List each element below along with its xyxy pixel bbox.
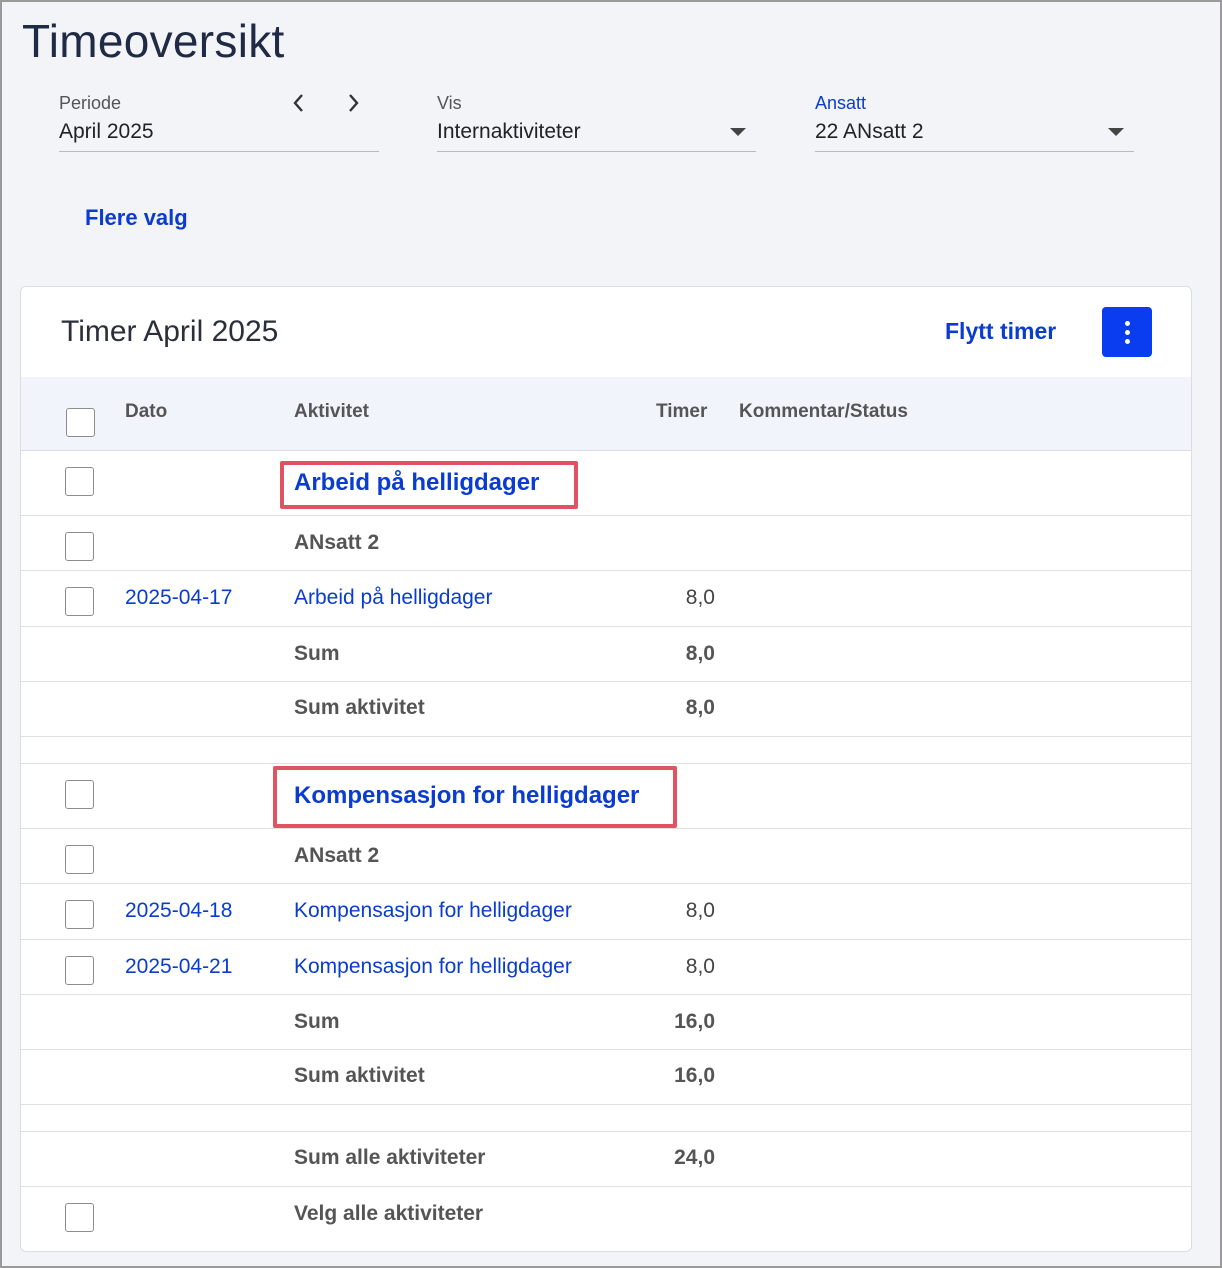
sum-value: 16,0 bbox=[674, 1010, 715, 1033]
table-row: 2025-04-17 Arbeid på helligdager 8,0 bbox=[21, 571, 1191, 627]
spacer-row bbox=[21, 1105, 1191, 1132]
group-row: Arbeid på helligdager bbox=[21, 451, 1191, 516]
chevron-right-icon bbox=[349, 94, 359, 112]
sum-row: Sum 16,0 bbox=[21, 995, 1191, 1050]
sum-value: 8,0 bbox=[685, 642, 715, 665]
entry-date[interactable]: 2025-04-17 bbox=[125, 586, 232, 610]
entry-hours: 8,0 bbox=[685, 899, 715, 922]
employee-row: ANsatt 2 bbox=[21, 829, 1191, 884]
column-comment: Kommentar/Status bbox=[739, 401, 908, 422]
entry-date[interactable]: 2025-04-21 bbox=[125, 955, 232, 979]
group-title[interactable]: Arbeid på helligdager bbox=[294, 469, 539, 497]
sum-activity-label: Sum aktivitet bbox=[294, 696, 425, 719]
employee-checkbox[interactable] bbox=[65, 532, 94, 561]
more-options-link[interactable]: Flere valg bbox=[85, 205, 188, 231]
table-header: Dato Aktivitet Timer Kommentar/Status bbox=[21, 377, 1191, 451]
group-title[interactable]: Kompensasjon for helligdager bbox=[294, 782, 639, 810]
period-value: April 2025 bbox=[59, 120, 154, 143]
move-hours-button[interactable]: Flytt timer bbox=[945, 318, 1056, 345]
view-label: Vis bbox=[437, 93, 462, 113]
select-all-checkbox[interactable] bbox=[65, 1203, 94, 1232]
employee-value: 22 ANsatt 2 bbox=[815, 120, 924, 143]
hours-card: Timer April 2025 Flytt timer Dato Aktivi… bbox=[20, 286, 1192, 1252]
card-title: Timer April 2025 bbox=[61, 315, 279, 348]
sum-activity-label: Sum aktivitet bbox=[294, 1064, 425, 1087]
sum-activity-value: 8,0 bbox=[685, 696, 715, 719]
sum-all-label: Sum alle aktiviteter bbox=[294, 1146, 486, 1169]
sum-all-value: 24,0 bbox=[674, 1146, 715, 1169]
employee-name: ANsatt 2 bbox=[294, 844, 380, 867]
row-checkbox[interactable] bbox=[65, 956, 94, 985]
kebab-dot bbox=[1124, 338, 1130, 344]
page-title: Timeoversikt bbox=[22, 15, 285, 67]
view-select[interactable]: Vis Internaktiviteter bbox=[437, 90, 756, 152]
group-row: Kompensasjon for helligdager bbox=[21, 764, 1191, 829]
chevron-left-icon bbox=[293, 94, 303, 112]
period-field: Periode April 2025 bbox=[59, 90, 379, 152]
sum-activity-value: 16,0 bbox=[674, 1064, 715, 1087]
employee-checkbox[interactable] bbox=[65, 845, 94, 874]
entry-hours: 8,0 bbox=[685, 955, 715, 978]
sum-activity-row: Sum aktivitet 16,0 bbox=[21, 1050, 1191, 1105]
sum-all-row: Sum alle aktiviteter 24,0 bbox=[21, 1132, 1191, 1187]
entry-hours: 8,0 bbox=[685, 586, 715, 609]
employee-row: ANsatt 2 bbox=[21, 516, 1191, 571]
table-row: 2025-04-18 Kompensasjon for helligdager … bbox=[21, 884, 1191, 940]
entry-date[interactable]: 2025-04-18 bbox=[125, 899, 232, 923]
view-value: Internaktiviteter bbox=[437, 120, 581, 143]
dropdown-caret-icon bbox=[730, 128, 746, 136]
select-all-row: Velg alle aktiviteter bbox=[21, 1187, 1191, 1251]
period-label: Periode bbox=[59, 93, 122, 113]
sum-activity-row: Sum aktivitet 8,0 bbox=[21, 682, 1191, 737]
entry-activity[interactable]: Kompensasjon for helligdager bbox=[294, 955, 572, 979]
previous-period-button[interactable] bbox=[286, 90, 312, 116]
employee-name: ANsatt 2 bbox=[294, 531, 380, 554]
sum-label: Sum bbox=[294, 642, 340, 665]
entry-activity[interactable]: Kompensasjon for helligdager bbox=[294, 899, 572, 923]
column-date: Dato bbox=[125, 401, 168, 422]
dropdown-caret-icon bbox=[1108, 128, 1124, 136]
next-period-button[interactable] bbox=[340, 90, 366, 116]
table-row: 2025-04-21 Kompensasjon for helligdager … bbox=[21, 940, 1191, 995]
spacer-row bbox=[21, 737, 1191, 764]
select-all-checkbox-header[interactable] bbox=[66, 408, 95, 437]
kebab-dot bbox=[1124, 320, 1130, 326]
employee-label: Ansatt bbox=[815, 93, 867, 113]
more-actions-button[interactable] bbox=[1102, 307, 1152, 357]
group-checkbox[interactable] bbox=[65, 780, 94, 809]
kebab-dot bbox=[1124, 329, 1130, 335]
select-all-label: Velg alle aktiviteter bbox=[294, 1202, 484, 1225]
column-activity: Aktivitet bbox=[294, 401, 369, 422]
group-checkbox[interactable] bbox=[65, 467, 94, 496]
entry-activity[interactable]: Arbeid på helligdager bbox=[294, 586, 492, 610]
sum-row: Sum 8,0 bbox=[21, 627, 1191, 682]
row-checkbox[interactable] bbox=[65, 587, 94, 616]
column-hours: Timer bbox=[656, 401, 708, 422]
sum-label: Sum bbox=[294, 1010, 340, 1033]
employee-select[interactable]: Ansatt 22 ANsatt 2 bbox=[815, 90, 1134, 152]
row-checkbox[interactable] bbox=[65, 900, 94, 929]
